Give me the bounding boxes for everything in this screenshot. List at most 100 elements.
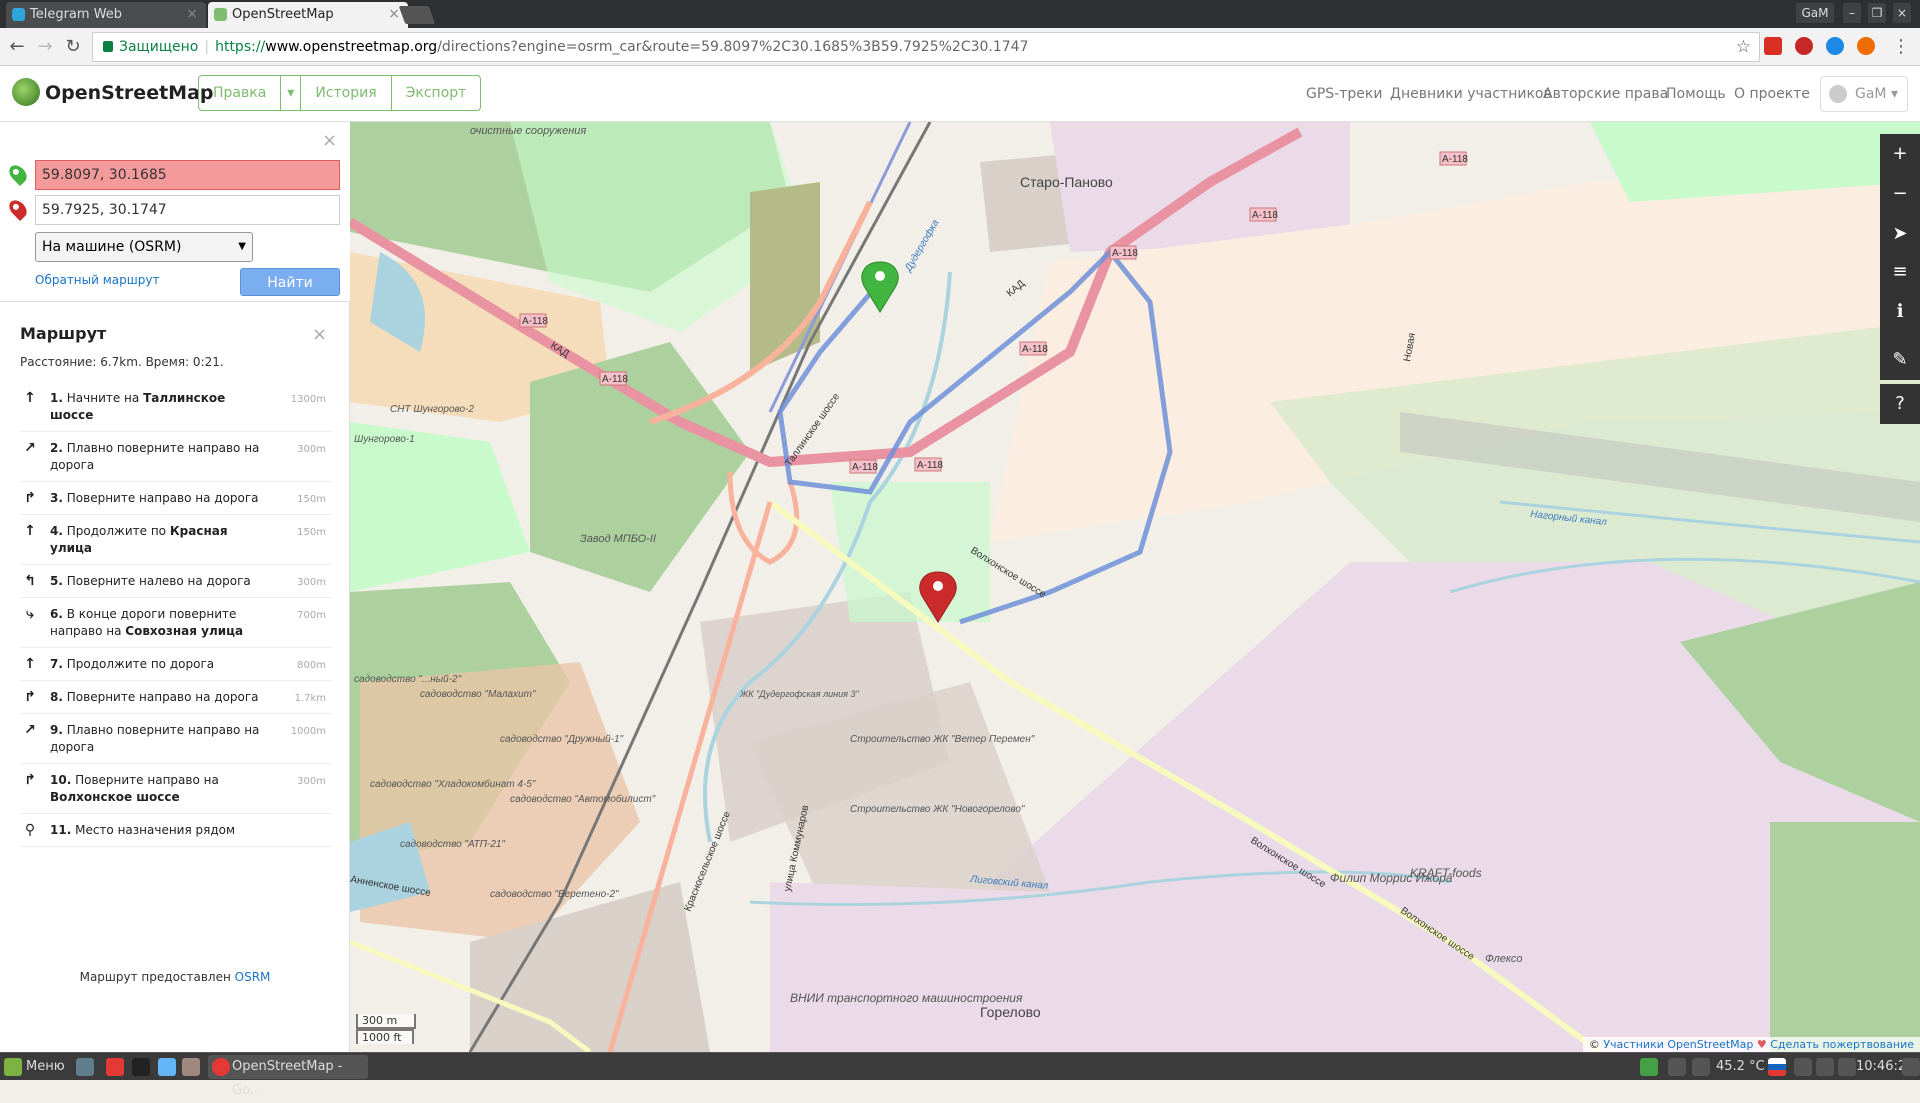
route-step[interactable]: ⤷ 6. В конце дороги поверните направо на … [20,598,332,648]
zoom-in-icon[interactable]: + [1880,134,1920,174]
osm-logo-icon[interactable] [12,78,40,106]
tab-telegram[interactable]: Telegram Web × [6,2,206,28]
edit-button[interactable]: Правка [199,76,282,110]
user-menu[interactable]: GaM ▾ [1820,76,1908,112]
bookmark-star-icon[interactable]: ☆ [1736,33,1751,61]
poi-label: садоводство "Автомобилист" [510,793,656,805]
tab-openstreetmap[interactable]: OpenStreetMap × [208,2,408,28]
route-summary: Расстояние: 6.7km. Время: 0:21. [20,355,224,369]
add-note-icon[interactable]: ✎ [1880,340,1920,380]
step-number: 9. [50,723,63,737]
osm-contributors-link[interactable]: Участники OpenStreetMap [1603,1038,1753,1051]
wifi-icon[interactable] [1816,1058,1834,1076]
show-desktop-icon[interactable] [76,1058,94,1076]
close-tab-icon[interactable]: × [388,6,400,22]
menu-icon[interactable] [4,1058,22,1076]
gmail-extension-icon[interactable] [1764,37,1782,55]
reverse-route-link[interactable]: Обратный маршрут [35,273,159,287]
shield-icon[interactable] [1640,1058,1658,1076]
export-button[interactable]: Экспорт [392,76,481,110]
route-step[interactable]: ↱ 8. Поверните направо на дорога 1.7km [20,681,332,714]
zoom-out-icon[interactable]: − [1880,174,1920,214]
query-features-icon[interactable]: ? [1880,384,1920,424]
new-tab-button[interactable] [398,6,436,24]
forward-icon[interactable]: → [34,36,56,58]
adblock-extension-icon[interactable] [1795,37,1813,55]
window-user-badge[interactable]: GaM [1796,3,1834,23]
sidebar: × 59.8097, 30.1685 59.7925, 30.1747 На м… [0,122,350,1052]
a118-shield: А-118 [1442,154,1468,165]
route-step[interactable]: ↱ 10. Поверните направо на Волхонское шос… [20,764,332,814]
route-step[interactable]: ↱ 3. Поверните направо на дорога 150m [20,482,332,515]
terminal-icon[interactable] [132,1058,150,1076]
nav-copyright[interactable]: Авторские права [1543,86,1668,102]
from-input[interactable]: 59.8097, 30.1685 [35,160,340,190]
address-bar[interactable]: Защищено | https://www.openstreetmap.org/d… [92,32,1760,62]
layers-icon[interactable]: ≡ [1880,252,1920,292]
zoom-controls: + − ➤ [1880,134,1920,254]
route-step[interactable]: ↑ 4. Продолжите по Красная улица 150m [20,515,332,565]
edit-dropdown-chevron-icon[interactable]: ▾ [281,76,302,110]
step-text: Плавно поверните направо на дорога [50,441,260,472]
files-icon[interactable] [158,1058,176,1076]
nav-about[interactable]: О проекте [1734,86,1810,102]
keyboard-layout-icon[interactable] [1768,1058,1786,1076]
poi-label: очистные сооружения [470,125,586,137]
user-name: GaM [1855,86,1887,102]
history-button[interactable]: История [301,76,392,110]
step-number: 2. [50,441,63,455]
nav-diaries[interactable]: Дневники участников [1390,86,1552,102]
turn-right-icon: ↱ [24,689,36,705]
window-close-icon[interactable]: × [1893,3,1911,23]
poi-label: Строительство ЖК "Ветер Перемен" [850,734,1035,745]
start-menu-button[interactable]: Меню [26,1057,65,1077]
step-text: Поверните направо на [75,773,219,787]
map-canvas[interactable]: А-118 А-118 А-118 А-118 А-118 А-118 А-11… [350,122,1920,1052]
slight-right-icon: ↗ [24,440,36,456]
a118-shield: А-118 [1252,210,1278,221]
taskbar-window-button[interactable]: OpenStreetMap - Go... [208,1055,368,1098]
reload-icon[interactable]: ↻ [62,36,84,58]
engine-select[interactable]: На машине (OSRM) ▼ [35,232,253,262]
taskbar-window-label: OpenStreetMap - Go... [232,1059,343,1098]
map[interactable]: А-118 А-118 А-118 А-118 А-118 А-118 А-11… [350,122,1920,1052]
close-tab-icon[interactable]: × [186,6,198,22]
minimize-icon[interactable]: – [1843,3,1861,23]
to-input[interactable]: 59.7925, 30.1747 [35,195,340,225]
map-key-icon[interactable]: ℹ [1880,292,1920,332]
osrm-link[interactable]: OSRM [235,970,271,984]
dropbox-icon[interactable] [1692,1058,1710,1076]
donate-link[interactable]: Сделать пожертвование [1770,1038,1914,1051]
site-brand[interactable]: OpenStreetMap [45,82,214,104]
chrome-icon[interactable] [106,1058,124,1076]
start-marker-icon [5,161,31,187]
battery-icon[interactable] [1838,1058,1856,1076]
info-extension-icon[interactable] [1826,37,1844,55]
extension-icon[interactable] [1857,37,1875,55]
bluetooth-icon[interactable] [1668,1058,1686,1076]
route-step[interactable]: ↗ 9. Плавно поверните направо на дорога 10… [20,714,332,764]
poi-label: Завод МПБО-II [580,533,656,545]
route-step[interactable]: ↰ 5. Поверните налево на дорога 300m [20,565,332,598]
route-step[interactable]: ↑ 7. Продолжите по дорога 800m [20,648,332,681]
poi-label: садоводство "АТП-21" [400,839,505,850]
route-step[interactable]: ⚲ 11. Место назначения рядом [20,814,332,847]
close-directions-icon[interactable]: × [322,130,337,151]
route-step[interactable]: ↑ 1. Начните на Таллинское шоссе 1300m [20,382,332,432]
step-distance: 300m [297,776,326,787]
route-credit: Маршрут предоставлен OSRM [79,970,271,984]
volume-icon[interactable] [1902,1058,1920,1076]
find-button[interactable]: Найти [240,268,340,296]
browser-menu-icon[interactable]: ⋮ [1890,36,1912,58]
step-number: 8. [50,690,63,704]
back-icon[interactable]: ← [6,36,28,58]
route-step[interactable]: ↗ 2. Плавно поверните направо на дорога 30… [20,432,332,482]
locate-icon[interactable]: ➤ [1880,214,1920,254]
user-icon[interactable] [1794,1058,1812,1076]
note-controls: ✎ [1880,340,1920,380]
nav-gps-traces[interactable]: GPS-треки [1306,86,1382,102]
nav-help[interactable]: Помощь [1666,86,1726,102]
restore-icon[interactable]: ❐ [1868,3,1886,23]
image-viewer-icon[interactable] [182,1058,200,1076]
close-route-icon[interactable]: × [312,324,327,345]
